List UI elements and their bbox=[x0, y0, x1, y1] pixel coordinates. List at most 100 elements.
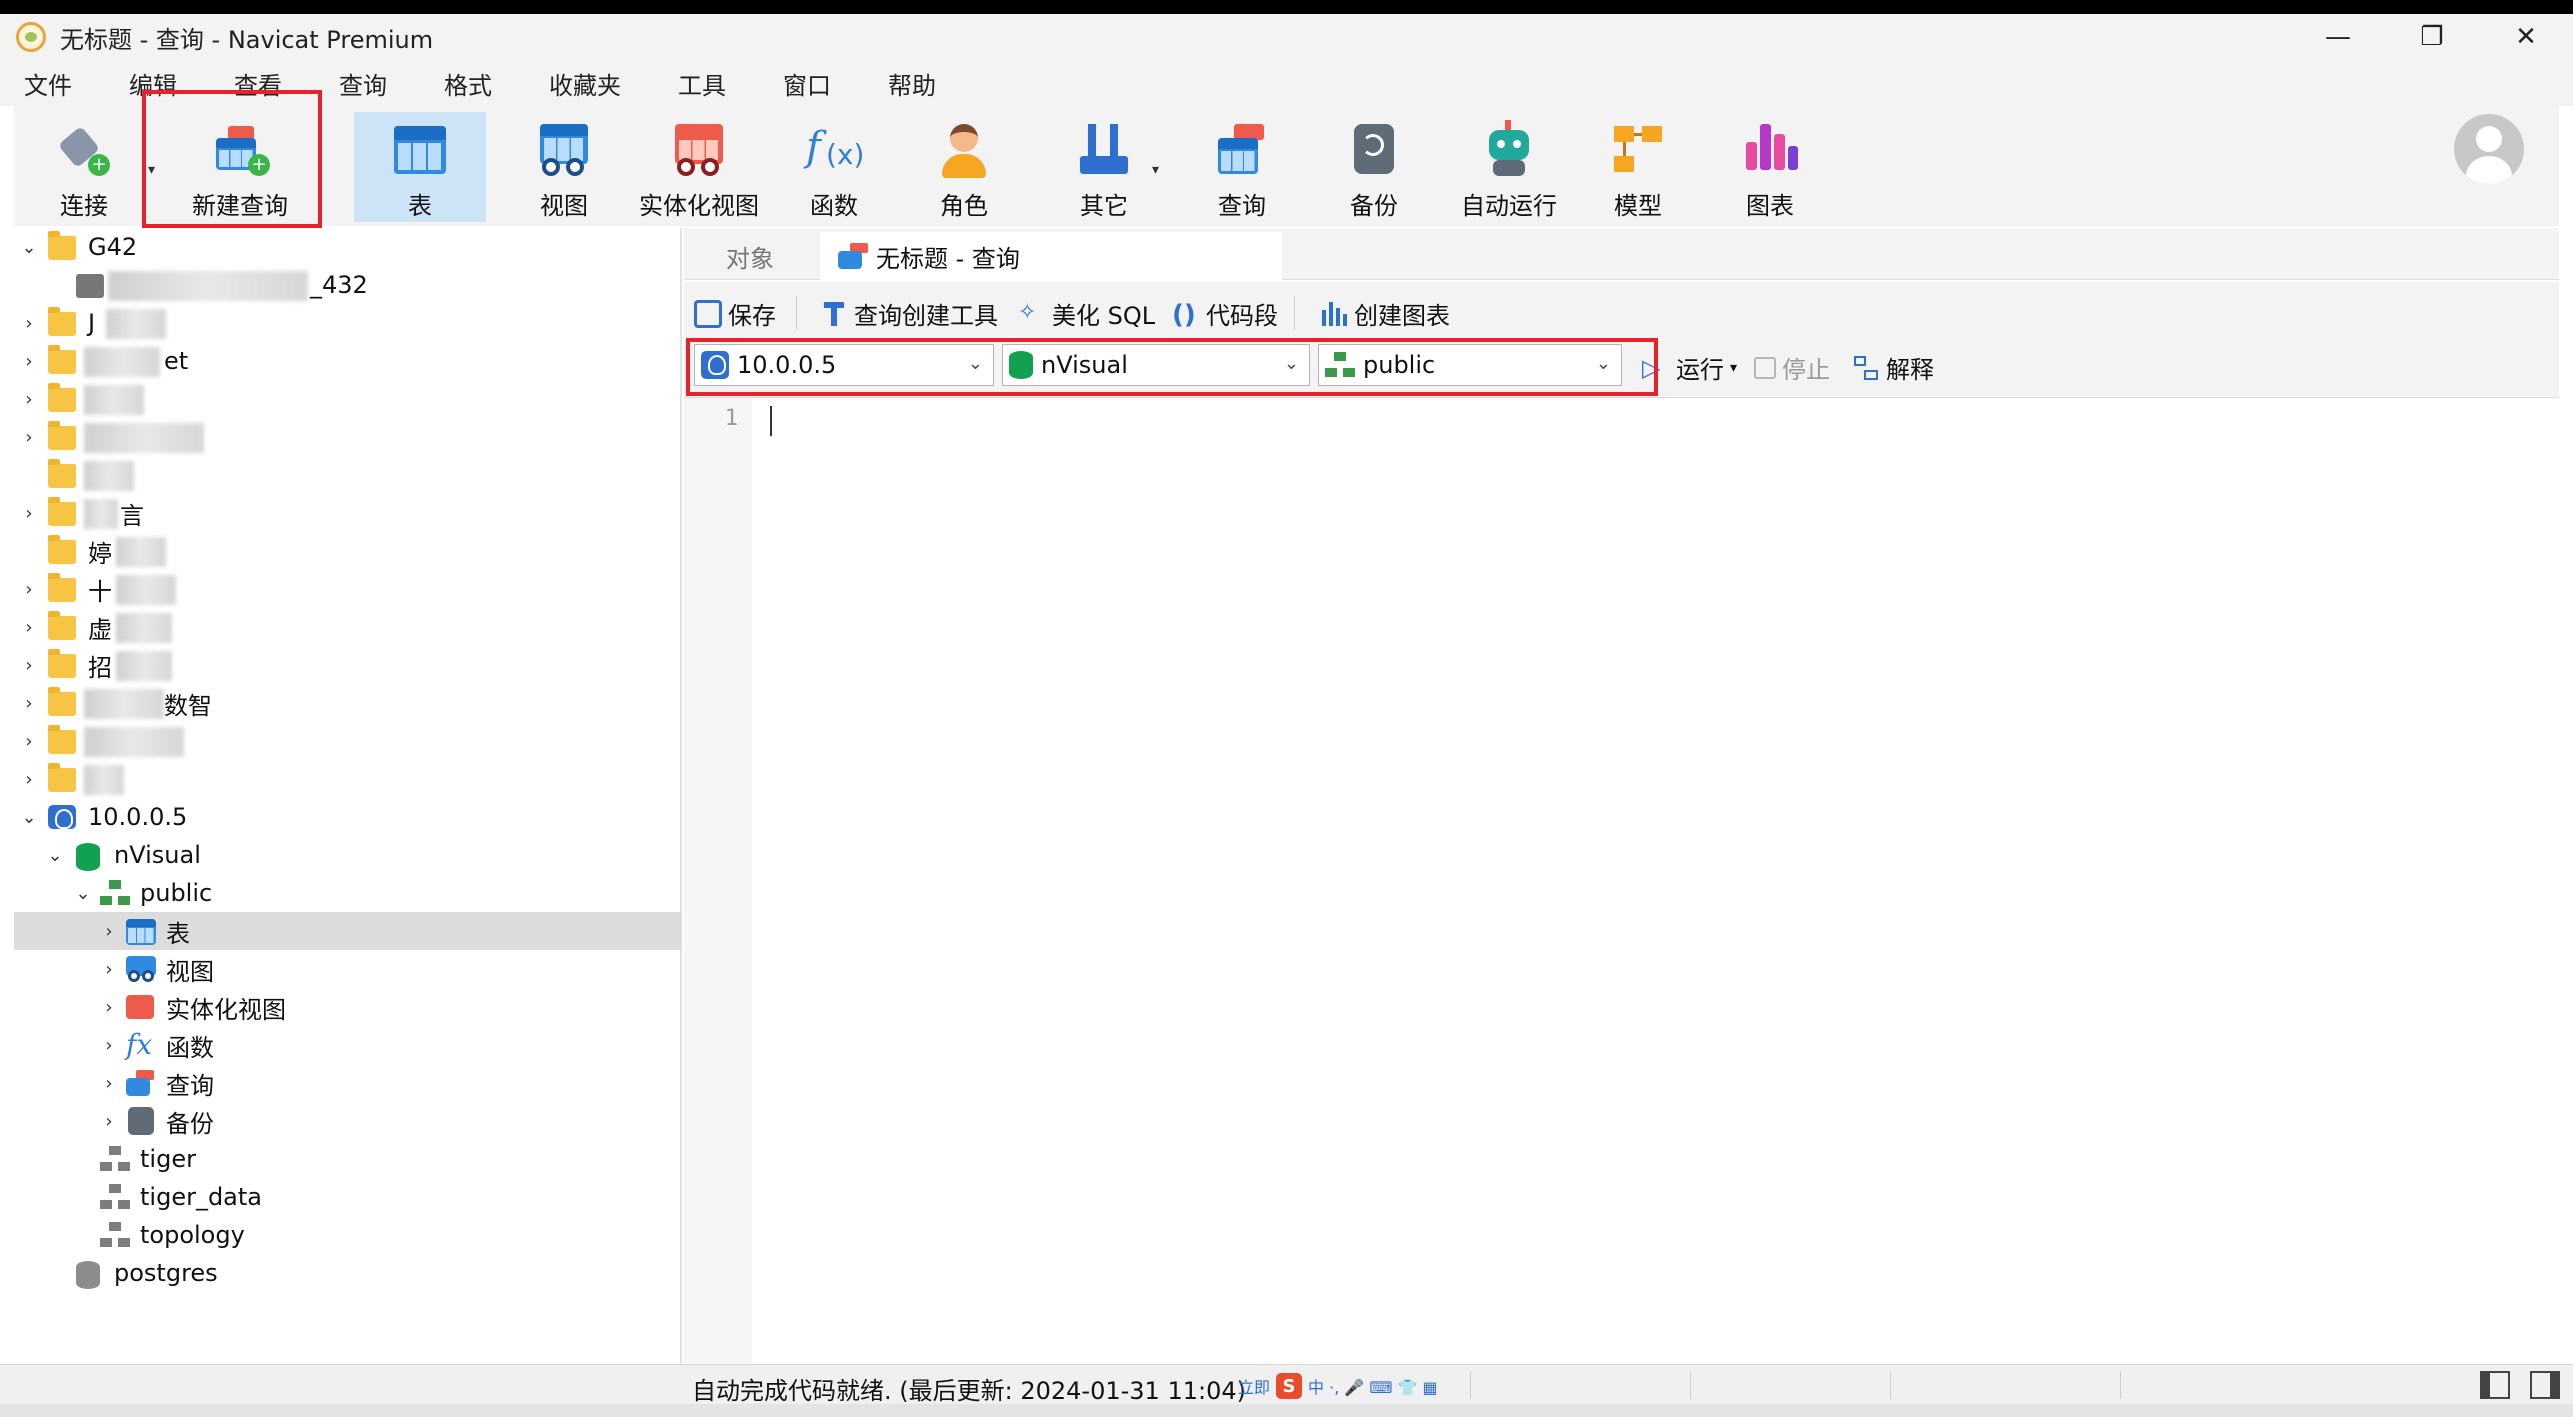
beautify-sql-button[interactable]: ✧ 美化 SQL bbox=[1018, 296, 1155, 331]
stop-checkbox-icon bbox=[1754, 356, 1776, 379]
tree-folder[interactable]: › 数智 bbox=[14, 684, 682, 722]
expand-chevron-icon[interactable]: › bbox=[18, 731, 40, 752]
toolbar-query-button[interactable]: 查询 bbox=[1192, 112, 1292, 222]
tree-folder[interactable]: › bbox=[14, 418, 682, 456]
expand-chevron-icon[interactable]: › bbox=[98, 1111, 120, 1132]
tree-connection-pg[interactable]: ⌄ 10.0.0.5 bbox=[14, 798, 682, 836]
tree-item-tables[interactable]: › 表 bbox=[14, 912, 682, 950]
tree-folder[interactable]: › bbox=[14, 380, 682, 418]
toolbar-role-button[interactable]: 角色 bbox=[914, 112, 1014, 222]
expand-chevron-icon[interactable]: › bbox=[18, 427, 40, 448]
menu-favorites[interactable]: 收藏夹 bbox=[549, 66, 621, 101]
expand-chevron-icon[interactable]: › bbox=[18, 769, 40, 790]
stop-button[interactable]: 停止 bbox=[1754, 350, 1830, 385]
query-builder-button[interactable]: 查询创建工具 bbox=[820, 296, 998, 331]
toolbar-connect-button[interactable]: + 连接 bbox=[34, 112, 134, 222]
toolbar-view-button[interactable]: 视图 bbox=[504, 112, 624, 222]
schema-icon bbox=[100, 1222, 130, 1248]
expand-chevron-icon[interactable]: › bbox=[98, 997, 120, 1018]
tree-item-queries[interactable]: › 查询 bbox=[14, 1064, 682, 1102]
tree-database-nvisual[interactable]: ⌄ nVisual bbox=[14, 836, 682, 874]
tree-database-postgres[interactable]: postgres bbox=[14, 1254, 682, 1292]
tab-query[interactable]: 无标题 - 查询 bbox=[820, 232, 1282, 280]
menu-help[interactable]: 帮助 bbox=[888, 66, 936, 101]
toolbar-autorun-button[interactable]: 自动运行 bbox=[1444, 112, 1574, 222]
menu-query[interactable]: 查询 bbox=[339, 66, 387, 101]
toolbar-function-button[interactable]: f (x) 函数 bbox=[784, 112, 884, 222]
query-icon bbox=[126, 1070, 154, 1096]
toolbar-other-button[interactable]: 其它 bbox=[1054, 112, 1154, 222]
create-chart-button[interactable]: 创建图表 bbox=[1320, 296, 1450, 331]
postgresql-icon bbox=[48, 805, 76, 829]
expand-chevron-icon[interactable]: › bbox=[18, 617, 40, 638]
tree-folder[interactable]: › 十 bbox=[14, 570, 682, 608]
menu-tools[interactable]: 工具 bbox=[678, 66, 726, 101]
tab-objects[interactable]: 对象 bbox=[684, 232, 816, 280]
close-button[interactable]: ✕ bbox=[2479, 14, 2573, 60]
expand-chevron-icon[interactable]: › bbox=[18, 579, 40, 600]
split-view-icon[interactable] bbox=[2480, 1371, 2510, 1399]
minimize-button[interactable]: — bbox=[2291, 14, 2385, 60]
tree-folder[interactable]: › et bbox=[14, 342, 682, 380]
tree-connection-g42[interactable]: ⌄ G42 bbox=[14, 228, 682, 266]
expand-chevron-icon[interactable]: › bbox=[18, 693, 40, 714]
tree-schema-tiger-data[interactable]: tiger_data bbox=[14, 1178, 682, 1216]
main-toolbar: + 连接 ▾ + 新建查询 表 视图 实体化视图 f (x) 函数 角色 其它 … bbox=[14, 106, 2559, 226]
menu-format[interactable]: 格式 bbox=[444, 66, 492, 101]
run-dropdown-caret[interactable]: ▾ bbox=[1730, 360, 1737, 376]
tree-folder[interactable]: › bbox=[14, 722, 682, 760]
restore-button[interactable]: ❐ bbox=[2385, 14, 2479, 60]
tree-folder[interactable]: › bbox=[14, 760, 682, 798]
tree-item-functions[interactable]: › fx 函数 bbox=[14, 1026, 682, 1064]
redacted-text bbox=[84, 385, 144, 415]
expand-chevron-icon[interactable]: › bbox=[98, 1035, 120, 1056]
tree-folder[interactable]: › 招 bbox=[14, 646, 682, 684]
menu-file[interactable]: 文件 bbox=[24, 66, 72, 101]
expand-chevron-icon[interactable]: › bbox=[18, 655, 40, 676]
object-tree-panel[interactable]: ⌄ G42 _432 › J › et › › › 言 婷 › 十 › 虚 › … bbox=[14, 228, 682, 1364]
menu-window[interactable]: 窗口 bbox=[783, 66, 831, 101]
toolbar-materialized-view-button[interactable]: 实体化视图 bbox=[624, 112, 774, 222]
status-bar: 自动完成代码就绪. (最后更新: 2024-01-31 11:04) 立即 S … bbox=[0, 1364, 2573, 1405]
tree-schema-tiger[interactable]: tiger bbox=[14, 1140, 682, 1178]
expand-chevron-icon[interactable]: ⌄ bbox=[44, 845, 66, 866]
tree-folder[interactable] bbox=[14, 456, 682, 494]
panel-view-icon[interactable] bbox=[2530, 1371, 2560, 1399]
tree-item-views[interactable]: › 视图 bbox=[14, 950, 682, 988]
user-avatar[interactable] bbox=[2454, 114, 2524, 184]
folder-icon bbox=[48, 611, 76, 640]
expand-chevron-icon[interactable]: › bbox=[18, 351, 40, 372]
expand-chevron-icon[interactable]: › bbox=[18, 503, 40, 524]
ime-toolbar[interactable]: 立即 S 中 ·, 🎤 ⌨ 👕 ▦ bbox=[1238, 1373, 1438, 1399]
tree-folder[interactable]: › 虚 bbox=[14, 608, 682, 646]
tree-schema-public[interactable]: ⌄ public bbox=[14, 874, 682, 912]
code-snippet-button[interactable]: () 代码段 bbox=[1172, 296, 1278, 331]
status-separator bbox=[1690, 1371, 1691, 1399]
save-button[interactable]: 保存 bbox=[694, 296, 776, 331]
expand-chevron-icon[interactable]: ⌄ bbox=[18, 807, 40, 828]
tree-schema-topology[interactable]: topology bbox=[14, 1216, 682, 1254]
tree-folder[interactable]: › 言 bbox=[14, 494, 682, 532]
tree-item-backups[interactable]: › 备份 bbox=[14, 1102, 682, 1140]
expand-chevron-icon[interactable]: › bbox=[98, 959, 120, 980]
expand-chevron-icon[interactable]: › bbox=[98, 1073, 120, 1094]
toolbar-table-button[interactable]: 表 bbox=[354, 112, 486, 222]
toolbar-backup-button[interactable]: 备份 bbox=[1324, 112, 1424, 222]
tree-item-materialized-views[interactable]: › 实体化视图 bbox=[14, 988, 682, 1026]
tree-folder[interactable]: 婷 bbox=[14, 532, 682, 570]
other-dropdown-caret[interactable]: ▾ bbox=[1152, 162, 1159, 178]
toolbar-model-button[interactable]: 模型 bbox=[1588, 112, 1688, 222]
expand-chevron-icon[interactable]: › bbox=[18, 389, 40, 410]
expand-chevron-icon[interactable]: ⌄ bbox=[72, 883, 94, 904]
sql-editor[interactable]: 1 bbox=[684, 398, 2573, 1364]
expand-chevron-icon[interactable]: › bbox=[18, 313, 40, 334]
tree-connection-redacted[interactable]: _432 bbox=[14, 266, 682, 304]
toolbar-chart-button[interactable]: 图表 bbox=[1720, 112, 1820, 222]
expand-chevron-icon[interactable]: ⌄ bbox=[18, 237, 40, 258]
expand-chevron-icon[interactable]: › bbox=[98, 921, 120, 942]
user-icon bbox=[934, 120, 994, 180]
tree-folder[interactable]: › J bbox=[14, 304, 682, 342]
text-cursor bbox=[770, 406, 772, 436]
explain-button[interactable]: 解释 bbox=[1852, 350, 1934, 385]
backup-icon bbox=[1344, 120, 1404, 180]
